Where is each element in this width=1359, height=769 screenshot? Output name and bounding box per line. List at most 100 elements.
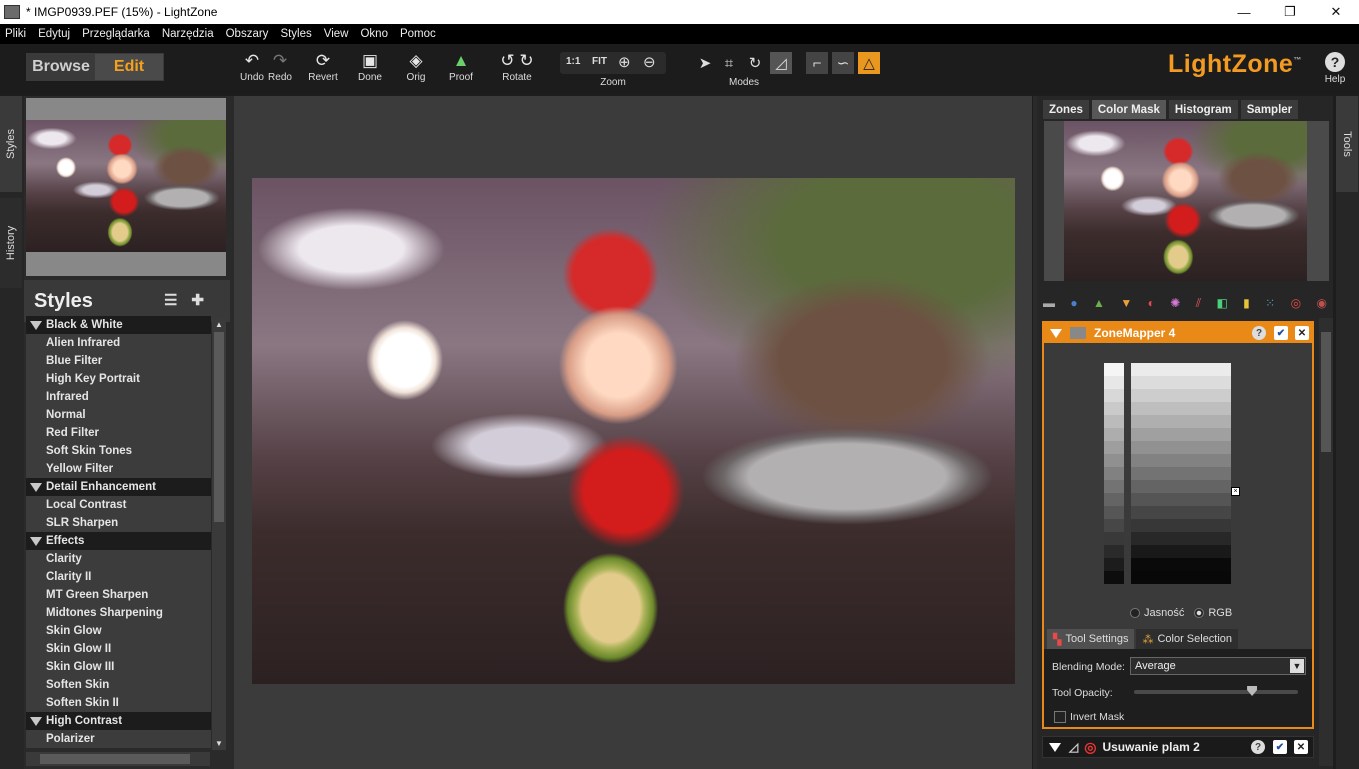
- menu-pliki[interactable]: Pliki: [5, 28, 26, 40]
- region-icon[interactable]: ◿: [770, 52, 792, 74]
- close-button[interactable]: ✕: [1313, 0, 1359, 24]
- collapse-icon[interactable]: [1049, 742, 1061, 752]
- zonemapper-header[interactable]: ZoneMapper 4 ? ✔ ✕: [1044, 323, 1312, 343]
- image-canvas[interactable]: [234, 96, 1032, 769]
- tab-tools[interactable]: Tools: [1336, 96, 1358, 192]
- zone-band[interactable]: [1131, 441, 1231, 454]
- style-item[interactable]: Soften Skin: [26, 676, 211, 694]
- zone-band[interactable]: [1131, 389, 1231, 402]
- revert-button[interactable]: ⟳ Revert: [307, 50, 339, 83]
- zone-band[interactable]: [1131, 376, 1231, 389]
- noise-icon[interactable]: ⁙: [1265, 296, 1275, 310]
- radio-luminosity[interactable]: Jasność: [1130, 607, 1184, 619]
- spot-removal-tool-header[interactable]: ◿ ◎ Usuwanie plam 2 ? ✔ ✕: [1042, 736, 1314, 758]
- zone-band[interactable]: [1131, 558, 1231, 571]
- zone-band[interactable]: [1131, 519, 1231, 532]
- gradient-tool-icon[interactable]: ▼: [1120, 296, 1132, 310]
- list-view-icon[interactable]: ☰: [164, 292, 191, 309]
- zone-handle[interactable]: ×: [1231, 487, 1240, 496]
- zonemapper-help-button[interactable]: ?: [1252, 326, 1266, 340]
- blending-mode-select[interactable]: Average ▼: [1130, 657, 1306, 675]
- zone-band[interactable]: [1131, 454, 1231, 467]
- zone-band[interactable]: [1131, 467, 1231, 480]
- style-item[interactable]: Yellow Filter: [26, 460, 211, 478]
- maximize-button[interactable]: ❐: [1267, 0, 1313, 24]
- bezier-icon[interactable]: △: [858, 52, 880, 74]
- scroll-up-icon[interactable]: ▲: [215, 320, 223, 329]
- zone-band[interactable]: [1131, 480, 1231, 493]
- temperature-icon[interactable]: ⫽: [1196, 296, 1201, 311]
- style-item[interactable]: Midtones Sharpening: [26, 604, 211, 622]
- tool-opacity-slider[interactable]: [1134, 686, 1298, 696]
- style-category[interactable]: High Contrast: [26, 712, 211, 730]
- style-item[interactable]: Alien Infrared: [26, 334, 211, 352]
- help-button[interactable]: ? Help: [1322, 52, 1348, 85]
- menu-styles[interactable]: Styles: [280, 28, 311, 40]
- collapse-icon[interactable]: [1050, 328, 1062, 338]
- rotate-icons[interactable]: ↺ ↻: [497, 50, 537, 72]
- zoom-fit-button[interactable]: FIT: [592, 56, 607, 67]
- zone-band[interactable]: [1131, 545, 1231, 558]
- spline-icon[interactable]: ∽: [832, 52, 854, 74]
- zone-band[interactable]: [1131, 402, 1231, 415]
- zone-band[interactable]: [1131, 415, 1231, 428]
- style-item[interactable]: High Key Portrait: [26, 370, 211, 388]
- proof-button[interactable]: ▲ Proof: [446, 50, 476, 83]
- browse-button[interactable]: Browse: [27, 54, 95, 80]
- menu-pomoc[interactable]: Pomoc: [400, 28, 436, 40]
- crop-icon[interactable]: ⌗: [718, 52, 740, 74]
- tool-opacity-knob[interactable]: [1247, 686, 1258, 696]
- tab-tool-settings[interactable]: ▚ Tool Settings: [1047, 629, 1135, 649]
- style-item[interactable]: Soften Skin II: [26, 694, 211, 712]
- zone-band[interactable]: [1131, 493, 1231, 506]
- spot-close-button[interactable]: ✕: [1294, 740, 1308, 754]
- zoom-in-icon[interactable]: ⊕: [618, 53, 631, 71]
- zoom-1to1-button[interactable]: 1:1: [566, 56, 580, 67]
- scroll-down-icon[interactable]: ▼: [215, 739, 223, 748]
- orig-button[interactable]: ◈ Orig: [402, 50, 430, 83]
- zonemapper-enable-checkbox[interactable]: ✔: [1274, 326, 1288, 340]
- styles-scrollbar[interactable]: ▲ ▼: [212, 318, 226, 750]
- tone-curve-tool-icon[interactable]: ●: [1070, 296, 1077, 310]
- menu-edytuj[interactable]: Edytuj: [38, 28, 70, 40]
- tools-scrollbar[interactable]: [1319, 318, 1333, 766]
- styles-hscrollbar[interactable]: [26, 752, 210, 766]
- tab-histogram[interactable]: Histogram: [1168, 100, 1238, 119]
- polygon-icon[interactable]: ⌐: [806, 52, 828, 74]
- invert-mask-checkbox[interactable]: [1054, 711, 1066, 723]
- tools-scroll-thumb[interactable]: [1321, 332, 1331, 452]
- hue-tool-icon[interactable]: ▲: [1093, 296, 1105, 310]
- zone-map-strip[interactable]: [1131, 363, 1231, 589]
- scroll-thumb[interactable]: [214, 332, 224, 522]
- zone-band[interactable]: [1131, 428, 1231, 441]
- arrow-icon[interactable]: ➤: [694, 52, 716, 74]
- style-item[interactable]: Clarity II: [26, 568, 211, 586]
- style-item[interactable]: Red Filter: [26, 424, 211, 442]
- menu-view[interactable]: View: [324, 28, 349, 40]
- menu-okno[interactable]: Okno: [360, 28, 388, 40]
- tab-sampler[interactable]: Sampler: [1240, 100, 1299, 119]
- red-eye-icon[interactable]: ◉: [1317, 296, 1327, 310]
- tab-color-mask[interactable]: Color Mask: [1091, 100, 1166, 119]
- tab-styles[interactable]: Styles: [0, 96, 22, 192]
- menu-przegladarka[interactable]: Przeglądarka: [82, 28, 150, 40]
- done-button[interactable]: ▣ Done: [355, 50, 385, 83]
- style-item[interactable]: Skin Glow: [26, 622, 211, 640]
- style-item[interactable]: Local Contrast: [26, 496, 211, 514]
- style-item[interactable]: MT Green Sharpen: [26, 586, 211, 604]
- style-item[interactable]: Skin Glow II: [26, 640, 211, 658]
- edit-button[interactable]: Edit: [95, 54, 163, 80]
- zone-band[interactable]: [1131, 532, 1231, 545]
- style-item[interactable]: SLR Sharpen: [26, 514, 211, 532]
- tab-color-selection[interactable]: ⁂ Color Selection: [1136, 629, 1239, 649]
- tab-history[interactable]: History: [0, 198, 22, 288]
- radio-rgb[interactable]: RGB: [1194, 607, 1232, 619]
- color-balance-icon[interactable]: ◧: [1216, 296, 1227, 310]
- style-category[interactable]: Detail Enhancement: [26, 478, 211, 496]
- zonemapper-close-button[interactable]: ✕: [1295, 326, 1309, 340]
- add-style-icon[interactable]: ✚: [191, 292, 218, 309]
- style-item[interactable]: Polarizer: [26, 730, 211, 748]
- rotate-mode-icon[interactable]: ↻: [744, 52, 766, 74]
- hscroll-thumb[interactable]: [40, 754, 190, 764]
- split-tone-icon[interactable]: ▮: [1243, 296, 1250, 310]
